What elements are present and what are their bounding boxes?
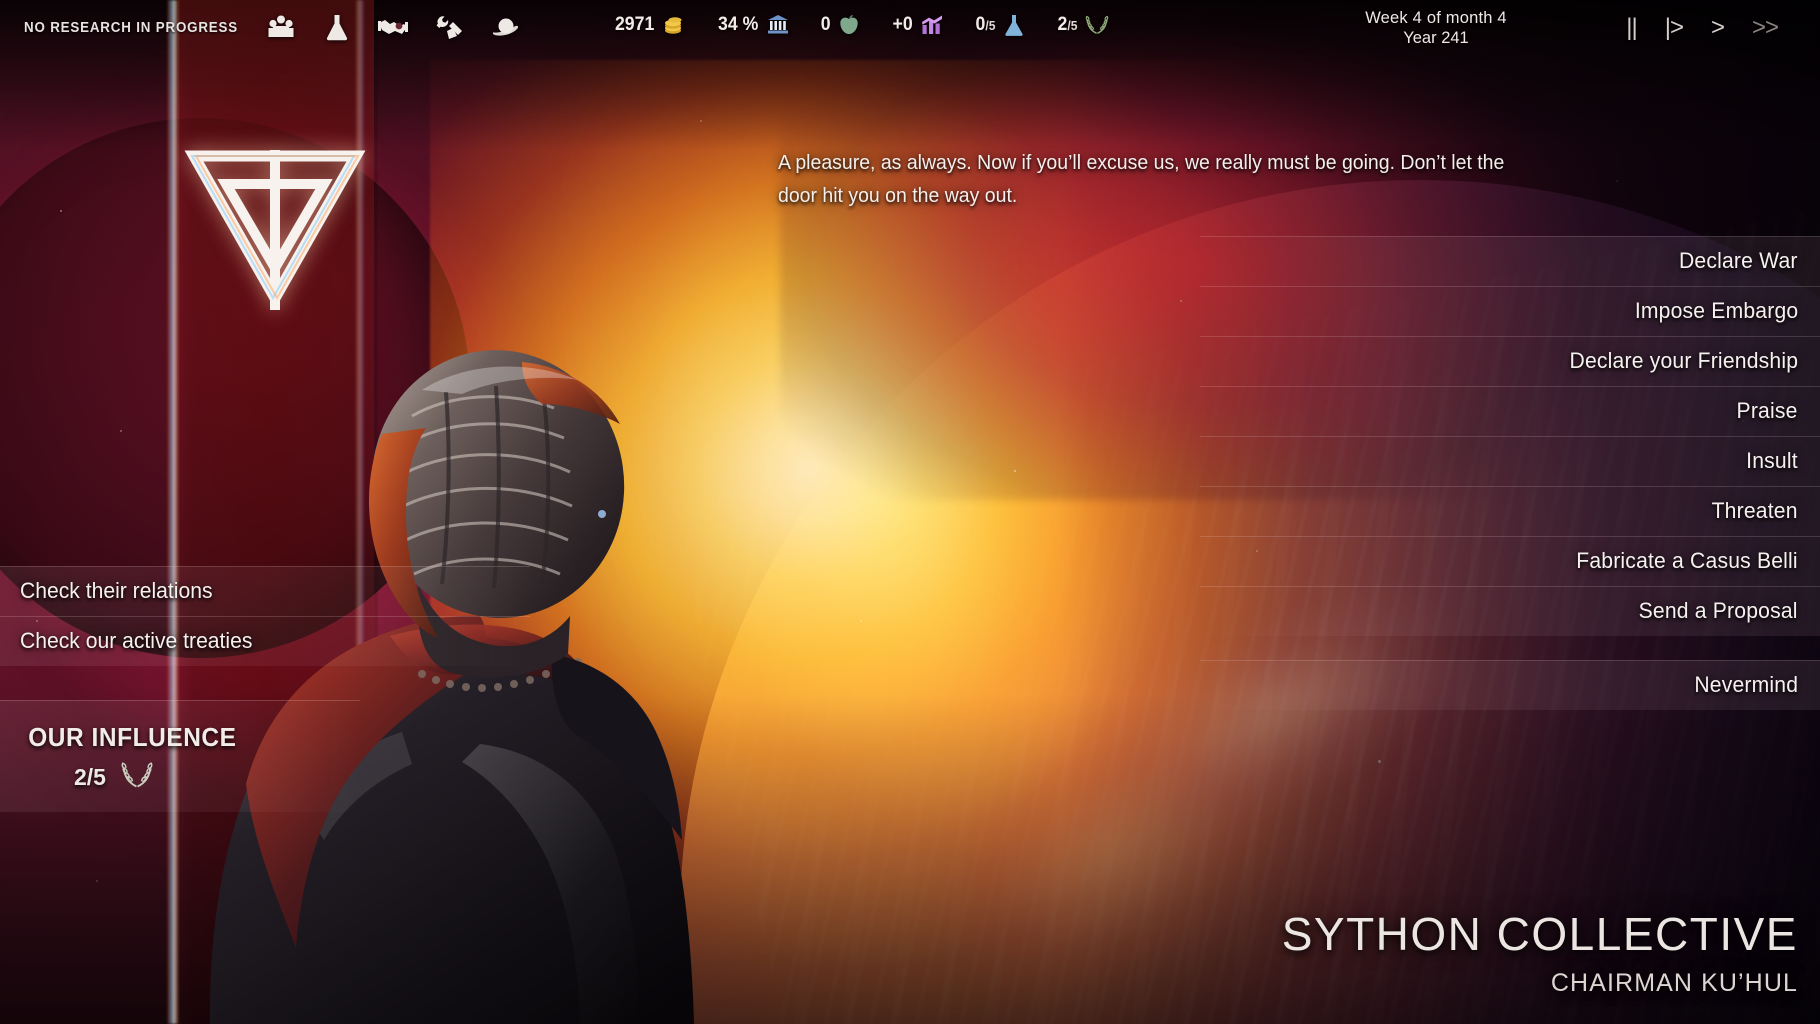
- influence-panel: OUR INFLUENCE 2/5: [0, 700, 360, 812]
- menu-item-check-active-treaties[interactable]: Check our active treaties: [0, 616, 530, 666]
- resource-research[interactable]: 0/5: [974, 12, 1026, 38]
- resource-food[interactable]: 0: [820, 12, 862, 38]
- population-icon[interactable]: [266, 10, 296, 44]
- menu-item-label: Check our active treaties: [20, 628, 253, 653]
- bar-chart-icon: [920, 12, 944, 38]
- production-value: +0: [892, 14, 913, 35]
- menu-item-impose-embargo[interactable]: Impose Embargo: [1200, 286, 1820, 336]
- production-wrench-icon[interactable]: [434, 10, 464, 44]
- menu-band: [1200, 386, 1820, 436]
- menu-item-send-proposal[interactable]: Send a Proposal: [1200, 586, 1820, 636]
- speed-fast-button[interactable]: >>: [1752, 16, 1779, 40]
- speed-controls: || |> > >>: [1370, 16, 1800, 40]
- research-value: 0/5: [975, 14, 996, 35]
- menu-item-label: Send a Proposal: [1638, 598, 1798, 623]
- research-status-label[interactable]: NO RESEARCH IN PROGRESS: [24, 20, 238, 36]
- dialogue-text: A pleasure, as always. Now if you’ll exc…: [778, 151, 1505, 207]
- influence-value: 2/5: [1057, 14, 1078, 35]
- faction-name: SYTHON COLLECTIVE: [1281, 908, 1798, 960]
- diplomacy-screen: NO RESEARCH IN PROGRESS 2971 34 % 0 +0 0…: [0, 0, 1820, 1024]
- credits-value: 2971: [614, 14, 655, 35]
- senate-icon: [766, 12, 790, 38]
- food-value: 0: [820, 14, 831, 35]
- diplomacy-action-menu: Declare War Impose Embargo Declare your …: [1200, 236, 1820, 710]
- coins-icon: [661, 12, 685, 38]
- menu-band: [1200, 436, 1820, 486]
- info-action-menu: Check their relations Check our active t…: [0, 566, 530, 666]
- faction-leader-name: CHAIRMAN KU’HUL: [1550, 969, 1798, 997]
- resource-approval[interactable]: 34 %: [715, 12, 789, 38]
- influence-amount: 2/5: [74, 764, 106, 790]
- laurel-icon: [1085, 12, 1109, 38]
- speed-normal-button[interactable]: >: [1711, 16, 1725, 40]
- menu-item-declare-war[interactable]: Declare War: [1200, 236, 1820, 286]
- menu-item-label: Nevermind: [1694, 672, 1798, 697]
- resource-production[interactable]: +0: [891, 12, 944, 38]
- menu-item-check-their-relations[interactable]: Check their relations: [0, 566, 530, 616]
- menu-item-insult[interactable]: Insult: [1200, 436, 1820, 486]
- influence-title: OUR INFLUENCE: [28, 722, 237, 752]
- influence-value-row: 2/5: [0, 761, 360, 794]
- planets-icon[interactable]: [490, 10, 520, 44]
- approval-value: 34 %: [718, 14, 759, 35]
- research-flask-icon[interactable]: [322, 10, 352, 44]
- menu-item-label: Insult: [1746, 448, 1798, 473]
- menu-item-label: Praise: [1736, 398, 1798, 423]
- resource-influence[interactable]: 2/5: [1056, 12, 1108, 38]
- menu-item-praise[interactable]: Praise: [1200, 386, 1820, 436]
- menu-item-label: Check their relations: [20, 578, 213, 603]
- nav-icon-group: [266, 10, 520, 44]
- resource-bar: 2971 34 % 0 +0 0/5 2/5: [612, 12, 1109, 38]
- flask-icon: [1002, 12, 1026, 38]
- menu-item-label: Impose Embargo: [1634, 298, 1798, 323]
- diplomacy-handshake-icon[interactable]: [378, 10, 408, 44]
- menu-item-label: Declare your Friendship: [1569, 348, 1798, 373]
- menu-item-label: Threaten: [1711, 498, 1798, 523]
- laurel-icon: [120, 761, 154, 794]
- menu-item-fabricate-casus-belli[interactable]: Fabricate a Casus Belli: [1200, 536, 1820, 586]
- menu-item-label: Fabricate a Casus Belli: [1576, 548, 1798, 573]
- menu-item-threaten[interactable]: Threaten: [1200, 486, 1820, 536]
- faction-identity: SYTHON COLLECTIVE CHAIRMAN KU’HUL: [1282, 911, 1798, 998]
- menu-item-declare-friendship[interactable]: Declare your Friendship: [1200, 336, 1820, 386]
- top-status-bar: NO RESEARCH IN PROGRESS 2971 34 % 0 +0 0…: [0, 0, 1820, 60]
- resource-credits[interactable]: 2971: [612, 12, 685, 38]
- apple-icon: [837, 12, 861, 38]
- menu-item-nevermind[interactable]: Nevermind: [1200, 660, 1820, 710]
- pause-button[interactable]: ||: [1626, 16, 1638, 40]
- menu-item-label: Declare War: [1679, 248, 1798, 273]
- play-step-button[interactable]: |>: [1665, 16, 1684, 40]
